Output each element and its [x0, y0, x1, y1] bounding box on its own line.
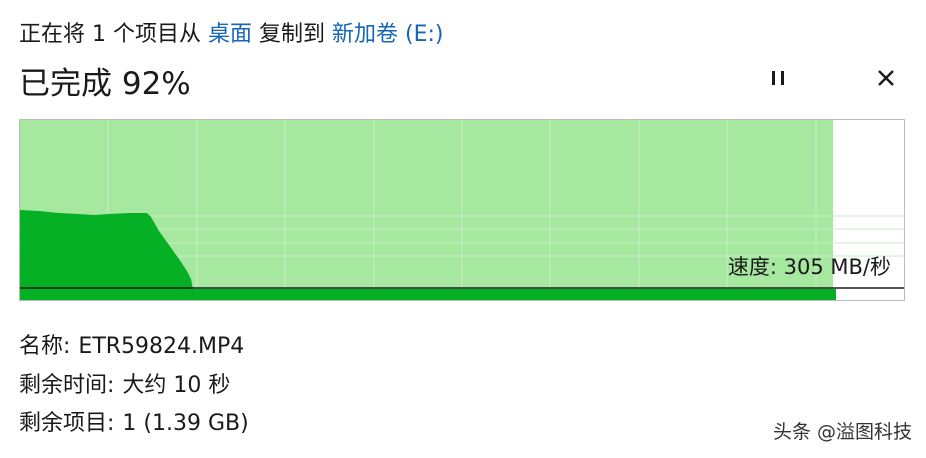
watermark: 头条 @溢图科技: [772, 421, 912, 443]
items-remaining-label: 剩余项目:: [19, 411, 115, 436]
items-remaining-value: 1 (1.39 GB): [122, 411, 249, 436]
file-name-value: ETR59824.MP4: [78, 334, 245, 359]
destination-drive-link[interactable]: 新加卷 (E:): [332, 22, 443, 47]
file-name-row: 名称: ETR59824.MP4: [19, 328, 244, 360]
speed-value: 305 MB/秒: [783, 255, 891, 279]
copy-status-line: 正在将 1 个项目从 桌面 复制到 新加卷 (E:): [19, 16, 444, 48]
items-remaining-row: 剩余项目: 1 (1.39 GB): [19, 405, 249, 437]
close-button[interactable]: [868, 60, 904, 96]
speed-label: 速度:: [727, 255, 777, 279]
progress-title: 已完成 92%: [19, 66, 191, 102]
close-icon: [878, 70, 894, 86]
speed-readout: 速度: 305 MB/秒: [728, 251, 891, 281]
time-remaining-label: 剩余时间:: [19, 373, 115, 398]
copy-prefix-text: 正在将 1 个项目从: [19, 22, 201, 47]
time-remaining-row: 剩余时间: 大约 10 秒: [19, 367, 230, 399]
pause-button[interactable]: [760, 60, 796, 96]
source-folder-link[interactable]: 桌面: [208, 22, 252, 47]
copy-middle-text: 复制到: [259, 22, 326, 47]
transfer-speed-graph: 速度: 305 MB/秒: [19, 119, 905, 301]
pause-icon: [772, 71, 784, 85]
file-name-label: 名称:: [19, 334, 71, 359]
time-remaining-value: 大约 10 秒: [122, 373, 231, 398]
